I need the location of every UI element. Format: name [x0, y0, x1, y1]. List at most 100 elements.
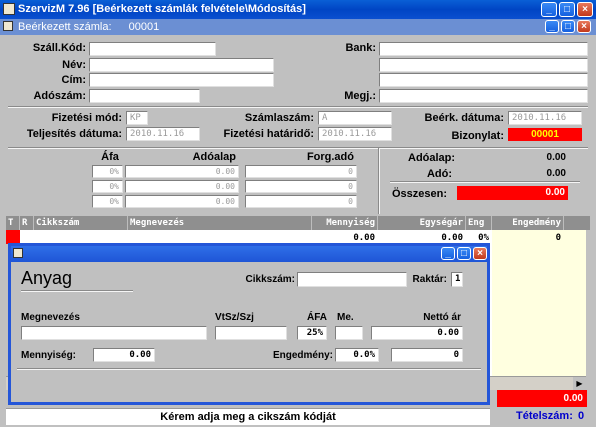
megnevezes-input[interactable] [21, 326, 207, 340]
grid-engedmeny-column [492, 230, 564, 390]
bank-input-3[interactable] [379, 73, 588, 87]
grid-cell-engedmeny[interactable]: 0 [492, 231, 564, 245]
bank-label: Bank: [345, 42, 376, 54]
hatarido-label: Fizetési határidő: [223, 128, 314, 140]
vtsz-input[interactable] [215, 326, 287, 340]
maximize-button[interactable]: □ [559, 2, 575, 17]
footer-total-value: 0.00 [497, 390, 587, 407]
grid-col-r[interactable]: R [20, 216, 34, 230]
grid-col-mennyiseg[interactable]: Mennyiség [312, 216, 378, 230]
dialog-minimize-button[interactable]: _ [441, 247, 455, 260]
cim-input[interactable] [89, 73, 274, 87]
grid-col-megnevezes[interactable]: Megnevezés [128, 216, 312, 230]
grid-col-engedmeny[interactable]: Engedmény [492, 216, 564, 230]
szamlaszam-label: Számlaszám: [244, 112, 314, 124]
app-title: SzervizM 7.96 [Beérkezett számlák felvét… [18, 3, 306, 15]
anyag-dialog: _ □ × Anyag Cikkszám: Raktár: 1 Megnevez… [8, 243, 490, 405]
vat-adoalap-2[interactable]: 0.00 [125, 180, 239, 193]
afa-header: Áfa [101, 151, 119, 163]
nev-label: Név: [62, 59, 86, 71]
ado-total-label: Adó: [426, 168, 452, 180]
bizonylat-value: 00001 [508, 128, 582, 141]
vat-forg-1[interactable]: 0 [245, 165, 357, 178]
grid-header: T R Cikkszám Megnevezés Mennyiség Egység… [6, 216, 590, 230]
afa-label: ÁFA [307, 312, 327, 323]
beerk-datuma-label: Beérk. dátuma: [424, 112, 504, 124]
bizonylat-label: Bizonylat: [451, 130, 504, 142]
status-text: Kérem adja meg a cikszám kódját [160, 411, 336, 423]
dialog-titlebar: _ □ × [11, 246, 487, 262]
szamlaszam-input[interactable]: A [318, 111, 392, 125]
app-icon [3, 3, 15, 15]
vat-forg-3[interactable]: 0 [245, 195, 357, 208]
adoalap-total-value: 0.00 [546, 152, 566, 163]
vat-divider [378, 148, 380, 214]
child-maximize-button[interactable]: □ [561, 20, 575, 33]
child-close-button[interactable]: × [577, 20, 591, 33]
nev-input[interactable] [89, 58, 274, 72]
scroll-right-icon[interactable]: ▶ [573, 377, 586, 390]
megnevezes-label: Megnevezés [21, 312, 80, 323]
engedmeny-pct-input[interactable]: 0.0% [335, 348, 379, 362]
dialog-close-button[interactable]: × [473, 247, 487, 260]
engedmeny-label: Engedmény: [272, 350, 333, 361]
grid-current-row-marker [6, 230, 20, 244]
dialog-bottom-divider [17, 368, 481, 370]
vat-adoalap-1[interactable]: 0.00 [125, 165, 239, 178]
vtsz-label: VtSz/Szj [215, 312, 254, 323]
adoalap-total-label: Adóalap: [408, 152, 456, 164]
afa-input[interactable]: 25% [297, 326, 327, 340]
grid-col-cikkszam[interactable]: Cikkszám [34, 216, 128, 230]
close-button[interactable]: × [577, 2, 593, 17]
grid-col-eng[interactable]: Eng [466, 216, 492, 230]
teljesites-label: Teljesítés dátuma: [26, 128, 122, 140]
raktar-input[interactable]: 1 [451, 272, 463, 287]
vat-forg-2[interactable]: 0 [245, 180, 357, 193]
status-bar: Kérem adja meg a cikszám kódját [6, 408, 490, 425]
beerk-datuma-input[interactable]: 2010.11.16 [508, 111, 582, 125]
child-minimize-button[interactable]: _ [545, 20, 559, 33]
me-label: Me. [337, 312, 354, 323]
mennyiseg-label: Mennyiség: [21, 350, 77, 361]
szall-kod-label: Száll.Kód: [32, 42, 86, 54]
raktar-label: Raktár: [412, 274, 447, 285]
child-icon [3, 21, 13, 31]
hatarido-input[interactable]: 2010.11.16 [318, 127, 392, 141]
vat-afa-1[interactable]: 0% [92, 165, 123, 178]
vat-afa-2[interactable]: 0% [92, 180, 123, 193]
netto-input[interactable]: 0.00 [371, 326, 463, 340]
section-divider-2 [8, 147, 588, 149]
vat-adoalap-3[interactable]: 0.00 [125, 195, 239, 208]
child-title-number: 00001 [128, 21, 160, 33]
dialog-maximize-button[interactable]: □ [457, 247, 471, 260]
szall-kod-input[interactable] [89, 42, 216, 56]
cim-label: Cím: [61, 74, 86, 86]
forgado-header: Forg.adó [306, 151, 354, 163]
bank-input[interactable] [379, 42, 588, 56]
totals-divider [390, 181, 580, 183]
mennyiseg-input[interactable]: 0.00 [93, 348, 155, 362]
dialog-title-underline [21, 290, 133, 292]
megj-label: Megj.: [344, 90, 376, 102]
vat-afa-3[interactable]: 0% [92, 195, 123, 208]
osszesen-value: 0.00 [457, 186, 568, 200]
minimize-button[interactable]: _ [541, 2, 557, 17]
adoszam-label: Adószám: [33, 90, 86, 102]
tetelszam-value: 0 [578, 410, 585, 422]
fizetesi-mod-label: Fizetési mód: [51, 112, 122, 124]
child-title-label: Beérkezett számla: [18, 21, 112, 33]
fizetesi-mod-input[interactable]: KP [126, 111, 148, 125]
grid-last-column [564, 230, 586, 390]
grid-col-egysegar[interactable]: Egységár [378, 216, 466, 230]
grid-col-t[interactable]: T [6, 216, 20, 230]
teljesites-input[interactable]: 2010.11.16 [126, 127, 200, 141]
cikkszam-input[interactable] [297, 272, 407, 287]
bank-input-2[interactable] [379, 58, 588, 72]
megj-input[interactable] [379, 89, 588, 103]
adoszam-input[interactable] [89, 89, 200, 103]
osszesen-label: Összesen: [392, 188, 448, 200]
dialog-title: Anyag [21, 268, 73, 288]
engedmeny-value-input[interactable]: 0 [391, 348, 463, 362]
me-input[interactable] [335, 326, 363, 340]
adoalap-header: Adóalap [192, 151, 236, 163]
